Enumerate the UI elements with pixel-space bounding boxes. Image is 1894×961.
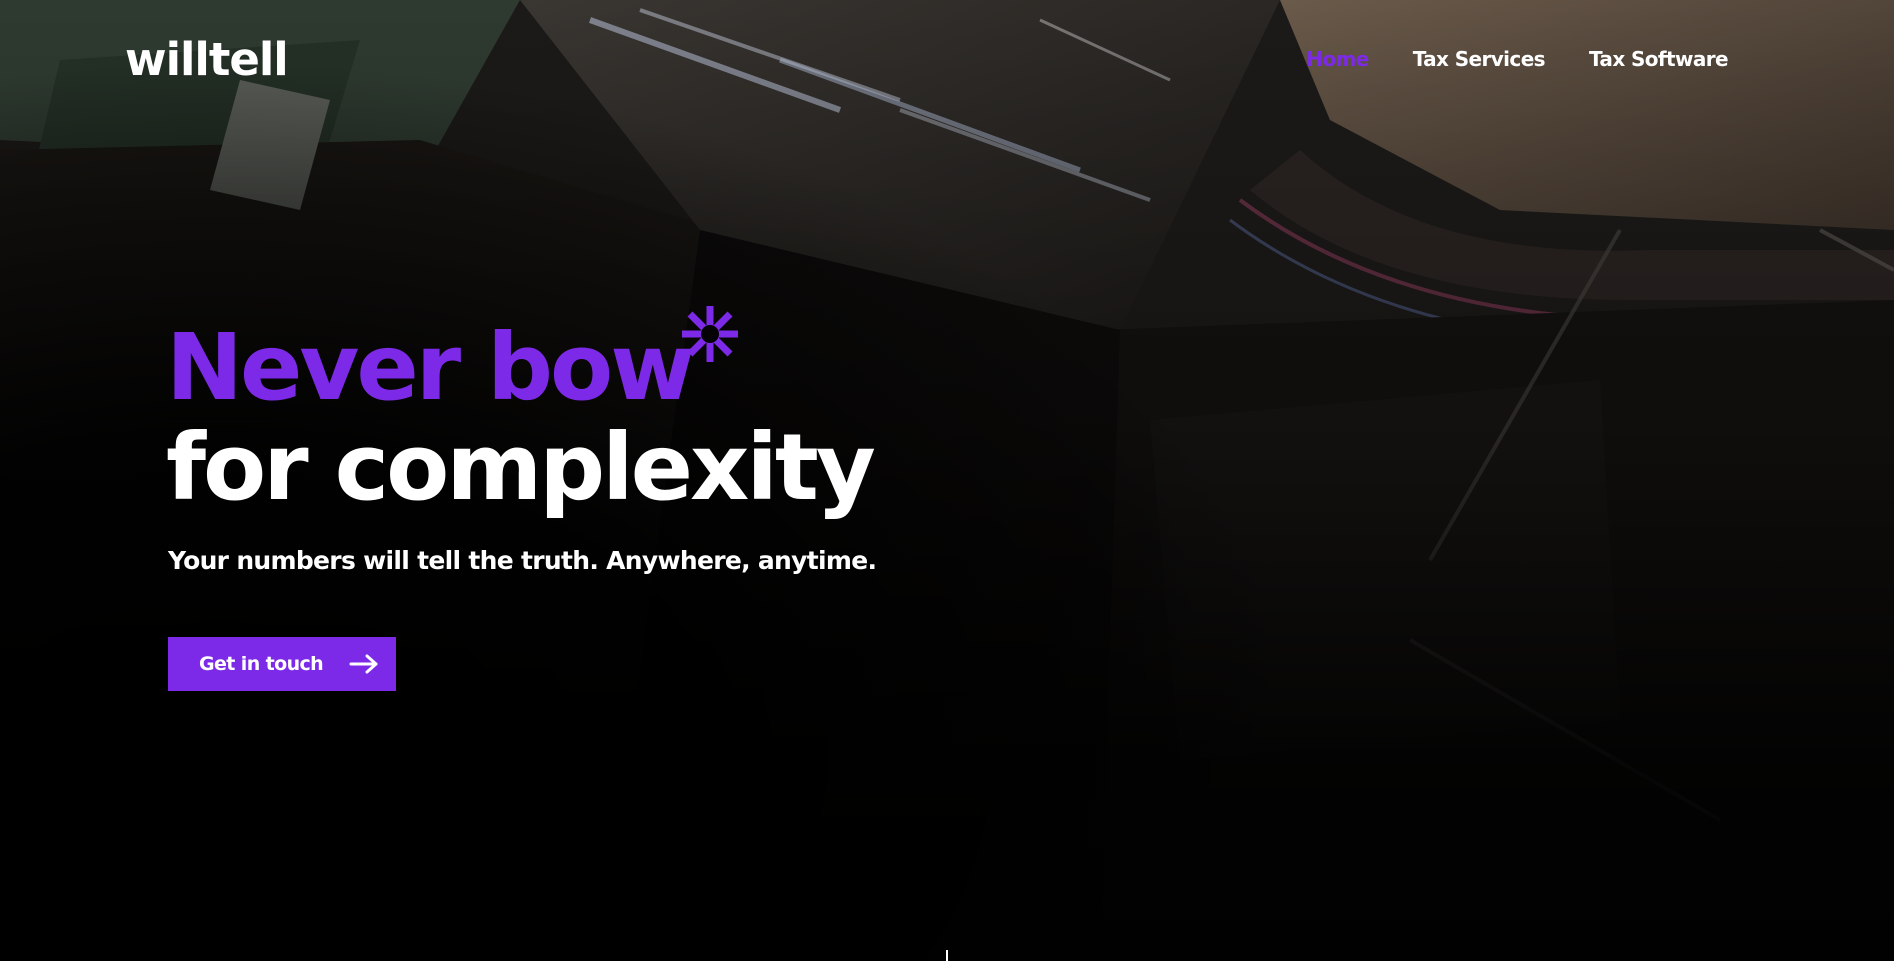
asterisk-icon (682, 306, 738, 362)
nav-item-tax-services: Tax Services (1413, 46, 1546, 72)
nav-item-tax-software: Tax Software (1589, 46, 1729, 72)
hero-subheadline: Your numbers will tell the truth. Anywhe… (168, 546, 877, 575)
arrow-right-icon (349, 654, 378, 674)
headline-line-2: for complexity (166, 414, 876, 521)
nav-item-home: Home (1306, 46, 1369, 72)
cta-label: Get in touch (199, 653, 324, 675)
nav-link-tax-services[interactable]: Tax Services (1413, 47, 1546, 71)
scroll-indicator[interactable] (946, 950, 948, 961)
headline-line-1: Never bow (166, 314, 695, 421)
site-logo[interactable]: willtell (125, 34, 289, 86)
nav-link-tax-software[interactable]: Tax Software (1589, 47, 1729, 71)
hero-headline: Never bow for complexity (166, 314, 876, 521)
nav-list: Home Tax Services Tax Software (1306, 46, 1728, 72)
hero-section: willtell Home Tax Services Tax Software … (0, 0, 1894, 961)
get-in-touch-button[interactable]: Get in touch (168, 637, 396, 691)
nav-link-home[interactable]: Home (1306, 47, 1369, 71)
